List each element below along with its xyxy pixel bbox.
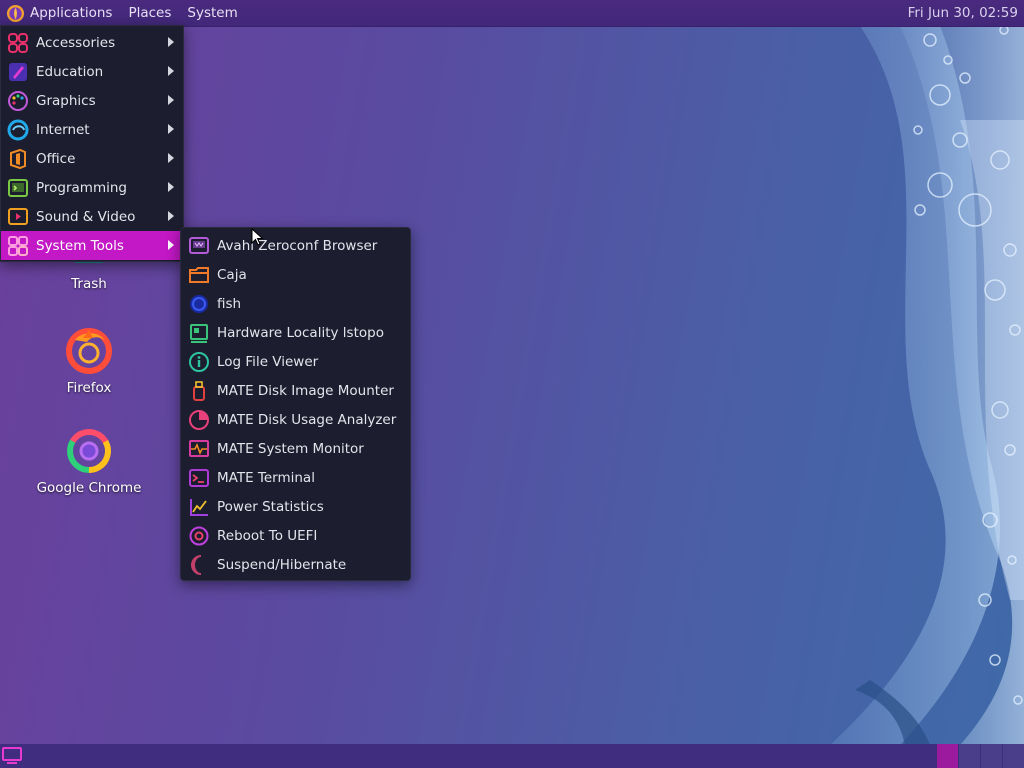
applications-menu-label: Applications	[30, 5, 113, 21]
moon-icon	[191, 554, 202, 575]
menu-item-label: MATE Disk Usage Analyzer	[217, 411, 397, 428]
power-stats-icon	[190, 498, 208, 516]
panel-menu-bar: Applications Places System	[0, 0, 246, 26]
menu-item-avahi-zeroconf-browser[interactable]: Avahi Zeroconf Browser	[181, 231, 410, 260]
menu-item-sound-video[interactable]: Sound & Video	[1, 202, 183, 231]
menu-item-label: Reboot To UEFI	[217, 527, 318, 544]
submenu-arrow-icon	[168, 182, 174, 192]
menu-item-label: Power Statistics	[217, 498, 324, 515]
places-menu-button[interactable]: Places	[120, 0, 179, 26]
show-desktop-icon[interactable]	[2, 747, 22, 764]
terminal-icon	[189, 468, 209, 487]
system-menu-button[interactable]: System	[179, 0, 245, 26]
clock-text: Fri Jun 30, 02:59	[907, 5, 1018, 21]
avahi-icon	[189, 236, 209, 254]
menu-item-label: Education	[36, 63, 104, 80]
menu-item-label: Internet	[36, 121, 90, 138]
submenu-arrow-icon	[168, 211, 174, 221]
menu-item-accessories[interactable]: Accessories	[1, 28, 183, 57]
submenu-arrow-icon	[168, 37, 174, 47]
fish-icon	[190, 294, 208, 313]
menu-item-label: Avahi Zeroconf Browser	[217, 237, 378, 254]
chrome-icon	[67, 429, 111, 473]
menu-item-label: Caja	[217, 266, 247, 283]
menu-item-label: fish	[217, 295, 242, 312]
menu-item-education[interactable]: Education	[1, 57, 183, 86]
desktop-icon-chrome[interactable]: Google Chrome	[24, 428, 154, 496]
clock[interactable]: Fri Jun 30, 02:59	[908, 0, 1018, 26]
bottom-panel	[0, 744, 1024, 768]
menu-item-mate-system-monitor[interactable]: MATE System Monitor	[181, 434, 410, 463]
menu-item-label: System Tools	[36, 237, 124, 254]
menu-item-internet[interactable]: Internet	[1, 115, 183, 144]
accessories-icon	[8, 32, 28, 53]
programming-icon	[8, 178, 28, 197]
workspace-switcher	[936, 744, 1024, 768]
menu-item-label: Sound & Video	[36, 208, 136, 225]
menu-item-mate-terminal[interactable]: MATE Terminal	[181, 463, 410, 492]
menu-item-hardware-locality-lstopo[interactable]: Hardware Locality lstopo	[181, 318, 410, 347]
usb-drive-icon	[193, 380, 205, 401]
submenu-arrow-icon	[168, 124, 174, 134]
info-icon	[189, 351, 209, 372]
menu-item-system-tools[interactable]: System Tools	[1, 231, 183, 260]
submenu-arrow-icon	[168, 95, 174, 105]
menu-item-label: MATE Disk Image Mounter	[217, 382, 394, 399]
menu-item-label: MATE Terminal	[217, 469, 315, 486]
desktop-icon-label: Trash	[71, 276, 107, 292]
menu-item-mate-disk-usage-analyzer[interactable]: MATE Disk Usage Analyzer	[181, 405, 410, 434]
places-menu-label: Places	[128, 5, 172, 21]
system-monitor-icon	[189, 439, 209, 457]
submenu-arrow-icon	[168, 240, 174, 250]
top-panel: Applications Places System Fri Jun 30, 0…	[0, 0, 1024, 27]
system-tools-submenu: Avahi Zeroconf Browser Caja fish Hardwar…	[180, 227, 411, 581]
reboot-icon	[189, 526, 209, 545]
menu-item-label: Log File Viewer	[217, 353, 319, 370]
pie-chart-icon	[189, 409, 209, 430]
menu-item-graphics[interactable]: Graphics	[1, 86, 183, 115]
office-icon	[10, 148, 26, 169]
graphics-icon	[8, 90, 28, 111]
hardware-icon	[190, 323, 208, 343]
menu-item-label: Office	[36, 150, 76, 167]
internet-icon	[7, 119, 29, 140]
menu-item-label: Hardware Locality lstopo	[217, 324, 384, 341]
desktop-icon-label: Google Chrome	[36, 480, 142, 496]
workspace-4[interactable]	[1002, 744, 1024, 768]
menu-item-label: Graphics	[36, 92, 96, 109]
menu-item-log-file-viewer[interactable]: Log File Viewer	[181, 347, 410, 376]
menu-item-fish[interactable]: fish	[181, 289, 410, 318]
system-tools-icon	[8, 235, 28, 256]
submenu-arrow-icon	[168, 66, 174, 76]
workspace-3[interactable]	[980, 744, 1002, 768]
submenu-arrow-icon	[168, 153, 174, 163]
workspace-2[interactable]	[958, 744, 980, 768]
folder-icon	[189, 266, 209, 283]
menu-item-suspend-hibernate[interactable]: Suspend/Hibernate	[181, 550, 410, 579]
mate-logo-icon	[6, 4, 25, 22]
applications-menu-button[interactable]: Applications	[0, 0, 120, 26]
applications-menu: Accessories Education Graphics Internet	[0, 25, 184, 262]
menu-item-label: MATE System Monitor	[217, 440, 364, 457]
mouse-pointer-icon	[251, 228, 264, 246]
desktop-icon-label: Firefox	[66, 380, 112, 396]
menu-item-reboot-to-uefi[interactable]: Reboot To UEFI	[181, 521, 410, 550]
education-icon	[9, 62, 27, 81]
menu-item-label: Programming	[36, 179, 127, 196]
system-menu-label: System	[187, 5, 238, 21]
firefox-icon	[66, 328, 112, 374]
menu-item-label: Accessories	[36, 34, 116, 51]
menu-item-label: Suspend/Hibernate	[217, 556, 347, 573]
menu-item-programming[interactable]: Programming	[1, 173, 183, 202]
desktop-icon-firefox[interactable]: Firefox	[24, 328, 154, 396]
menu-item-caja[interactable]: Caja	[181, 260, 410, 289]
menu-item-office[interactable]: Office	[1, 144, 183, 173]
workspace-1[interactable]	[936, 744, 958, 768]
menu-item-power-statistics[interactable]: Power Statistics	[181, 492, 410, 521]
menu-item-mate-disk-image-mounter[interactable]: MATE Disk Image Mounter	[181, 376, 410, 405]
sound-video-icon	[8, 207, 28, 225]
